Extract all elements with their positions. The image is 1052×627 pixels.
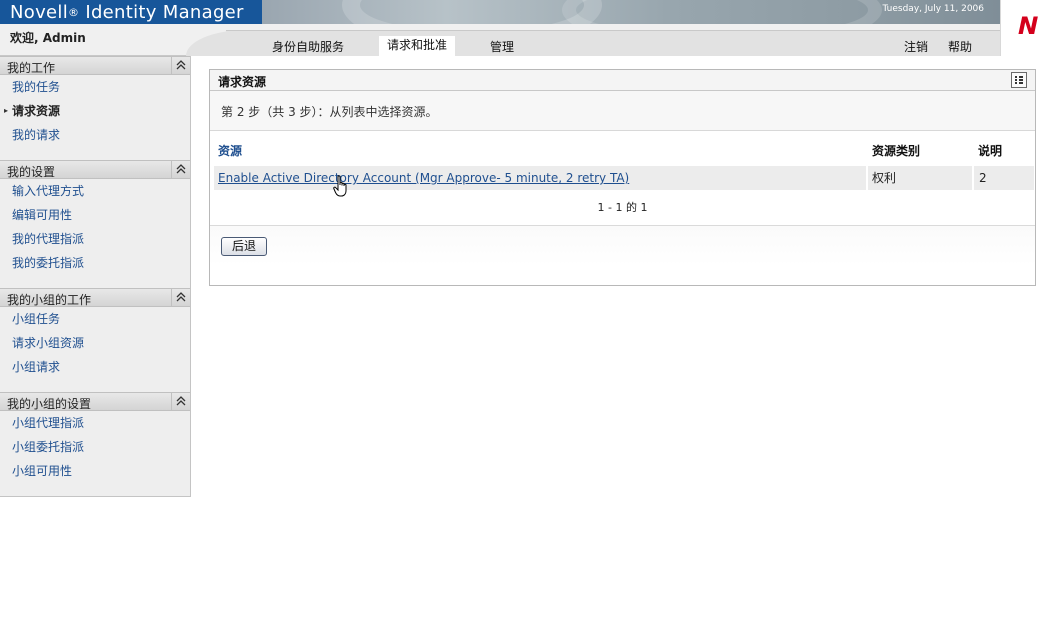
- sidebar-section-header: 我的小组的工作: [0, 288, 190, 307]
- sidebar-item-team-delegate-assignments[interactable]: 小组委托指派: [0, 435, 190, 459]
- sidebar-section-my-work: 我的工作 我的任务 ▸ 请求资源 我的请求: [0, 56, 190, 147]
- sidebar-item-team-tasks[interactable]: 小组任务: [0, 307, 190, 331]
- app-title: Novell® Identity Manager: [10, 2, 244, 23]
- pagination-text: 1 - 1 的 1: [597, 201, 648, 214]
- collapse-icon[interactable]: [171, 161, 190, 178]
- panel-header: 请求资源: [210, 70, 1035, 91]
- current-bullet-icon: ▸: [4, 106, 9, 115]
- tab-administration[interactable]: 管理: [490, 38, 514, 55]
- hand-cursor-icon: [333, 175, 351, 199]
- welcome-text: 欢迎, Admin: [10, 31, 86, 45]
- sidebar-item-edit-availability[interactable]: 编辑可用性: [0, 203, 190, 227]
- sidebar-item-my-requests[interactable]: 我的请求: [0, 123, 190, 147]
- logo-n-icon: N: [1015, 12, 1042, 40]
- collapse-icon[interactable]: [171, 57, 190, 74]
- sidebar-section-title: 我的工作: [7, 61, 56, 75]
- category-cell: 权利: [872, 171, 897, 185]
- header-banner: Tuesday, July 11, 2006: [262, 0, 1000, 24]
- tab-requests-approvals[interactable]: 请求和批准: [379, 36, 456, 56]
- sidebar-item-my-tasks[interactable]: 我的任务: [0, 75, 190, 99]
- sidebar-item-my-proxy-assignments[interactable]: 我的代理指派: [0, 227, 190, 251]
- sidebar-section-title: 我的小组的工作: [7, 293, 92, 307]
- sidebar-item-request-resource[interactable]: ▸ 请求资源: [0, 99, 190, 123]
- novell-logo: N: [1000, 0, 1052, 56]
- app-header: Novell® Identity Manager Tuesday, July 1…: [0, 0, 1052, 56]
- column-header-description: 说明: [978, 144, 1003, 158]
- logout-link[interactable]: 注销: [904, 38, 928, 55]
- sidebar-item-my-delegate-assignments[interactable]: 我的委托指派: [0, 251, 190, 275]
- sidebar-section-title: 我的设置: [7, 165, 56, 179]
- collapse-icon[interactable]: [171, 393, 190, 410]
- column-header-resource[interactable]: 资源: [218, 142, 242, 159]
- panel-title: 请求资源: [218, 75, 267, 89]
- tab-identity-self-service[interactable]: 身份自助服务: [272, 38, 344, 55]
- sidebar-section-team-work: 我的小组的工作 小组任务 请求小组资源 小组请求: [0, 288, 190, 379]
- sidebar-section-title: 我的小组的设置: [7, 397, 92, 411]
- sidebar-section-header: 我的小组的设置: [0, 392, 190, 411]
- sidebar-item-request-team-resource[interactable]: 请求小组资源: [0, 331, 190, 355]
- back-button[interactable]: 后退: [221, 237, 267, 256]
- table-header: 资源 资源类别 说明: [210, 140, 1035, 162]
- sidebar-section-header: 我的工作: [0, 56, 190, 75]
- sidebar-section-my-settings: 我的设置 输入代理方式 编辑可用性 我的代理指派 我的委托指派: [0, 160, 190, 275]
- column-header-category: 资源类别: [872, 144, 921, 158]
- title-bar: Novell® Identity Manager: [0, 0, 262, 24]
- sidebar-section-header: 我的设置: [0, 160, 190, 179]
- description-cell: 2: [979, 171, 987, 185]
- help-link[interactable]: 帮助: [948, 38, 972, 55]
- collapse-icon[interactable]: [171, 289, 190, 306]
- panel-footer: 后退: [210, 225, 1035, 265]
- current-date: Tuesday, July 11, 2006: [882, 4, 984, 14]
- sidebar-item-team-availability[interactable]: 小组可用性: [0, 459, 190, 483]
- step-indicator: 第 2 步（共 3 步）：从列表中选择资源。: [210, 91, 1035, 131]
- nav-bar: 欢迎, Admin 身份自助服务 请求和批准 管理 注销 帮助: [0, 24, 1000, 56]
- sidebar-item-team-proxy-assignments[interactable]: 小组代理指派: [0, 411, 190, 435]
- list-view-icon[interactable]: [1011, 72, 1027, 88]
- sidebar-item-enter-proxy-mode[interactable]: 输入代理方式: [0, 179, 190, 203]
- step-text: 第 2 步（共 3 步）：从列表中选择资源。: [221, 105, 438, 119]
- sidebar-item-team-requests[interactable]: 小组请求: [0, 355, 190, 379]
- sidebar-section-team-settings: 我的小组的设置 小组代理指派 小组委托指派 小组可用性: [0, 392, 190, 483]
- sidebar: 我的工作 我的任务 ▸ 请求资源 我的请求 我的设置 输入代理方式 编辑可用性 我…: [0, 56, 191, 497]
- resource-cell: Enable Active Directory Account (Mgr App…: [218, 166, 629, 190]
- resource-link[interactable]: Enable Active Directory Account (Mgr App…: [218, 171, 629, 185]
